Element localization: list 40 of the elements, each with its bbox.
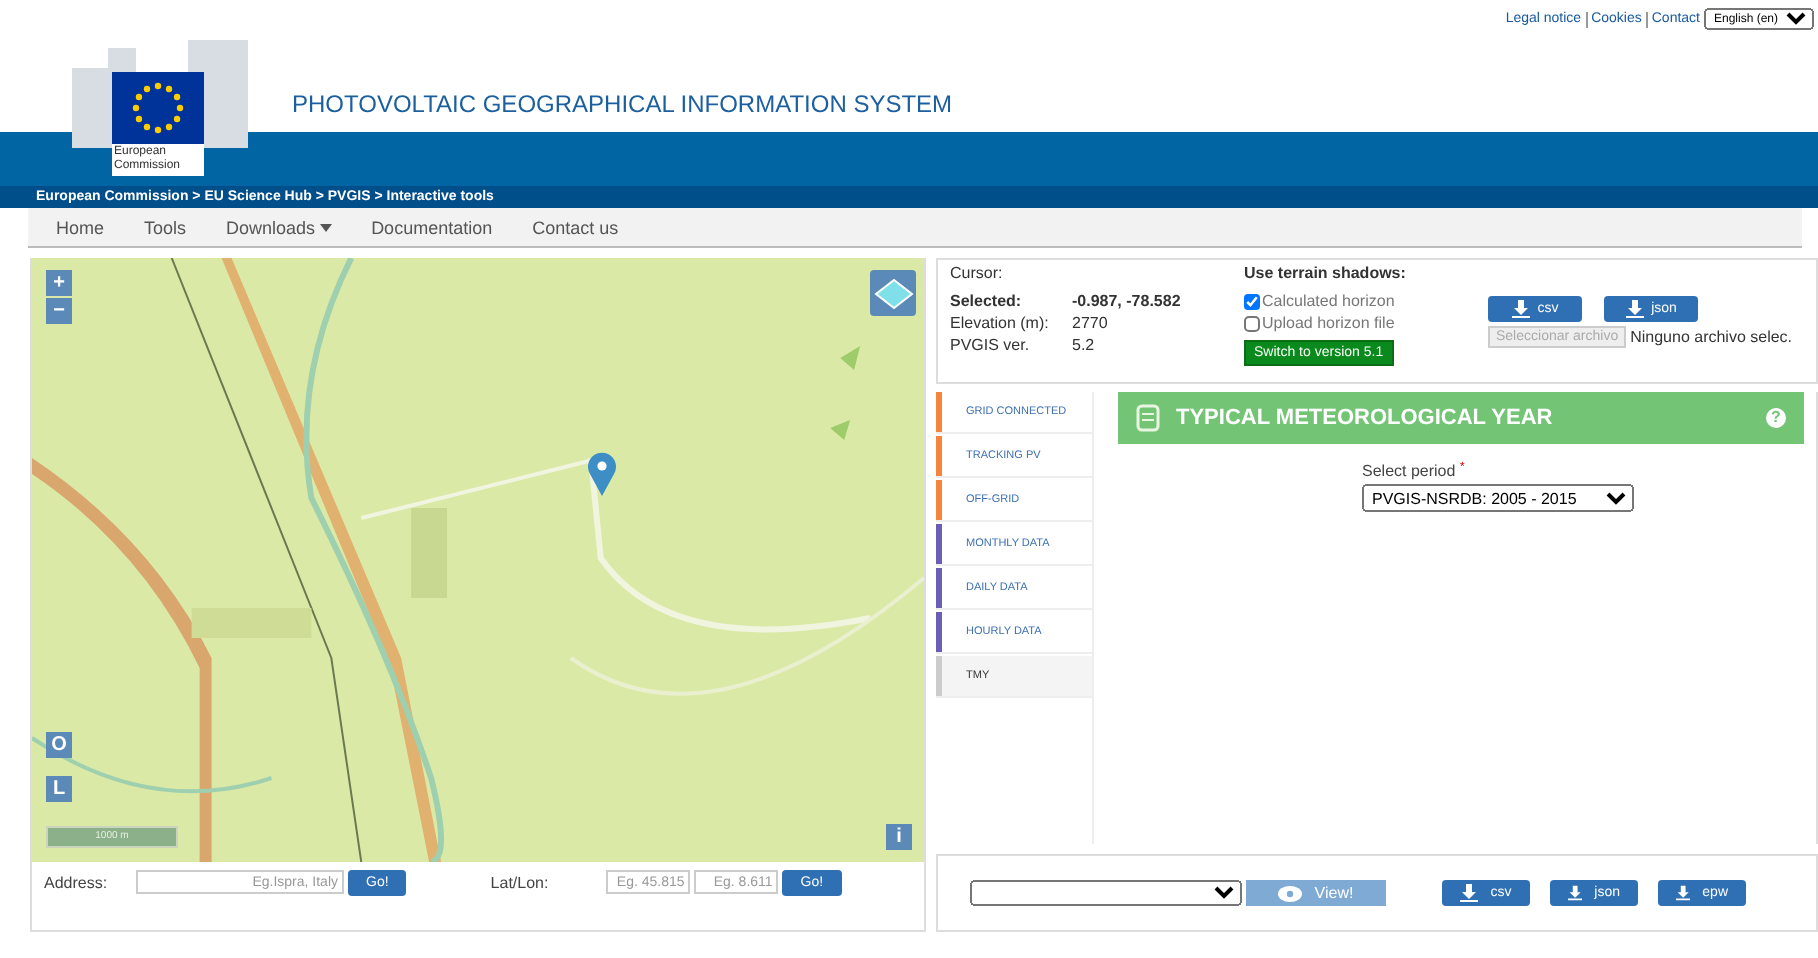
info-value: 5.2 [1072,336,1095,354]
nav-link[interactable]: Tools [144,217,187,237]
horizon-checkbox[interactable] [1244,293,1260,309]
document-icon [1136,404,1160,432]
layers-button[interactable] [870,270,916,316]
info-label: PVGIS ver. [950,336,1032,354]
download-icon [1511,300,1530,318]
section-title: TYPICAL METEOROLOGICAL YEAR [1176,406,1555,430]
nav-link[interactable]: Home [56,217,105,237]
nav-link[interactable]: Contact us [532,217,619,237]
nav-link[interactable]: Downloads [226,217,332,237]
download-icon [1568,884,1583,902]
site-title: PHOTOVOLTAIC GEOGRAPHICAL INFORMATION SYSTEM [292,90,953,118]
info-value: -0.987, -78.582 [1072,292,1181,310]
cursor-label: Cursor: [950,264,1005,282]
caret-icon [319,224,332,233]
zoom-out-button[interactable]: − [46,298,72,324]
period-label: Select period [1362,462,1456,480]
latlon-label: Lat/Lon: [490,873,551,891]
period-select[interactable]: PVGIS-NSRDB: 2005 - 2015 [1362,484,1634,512]
info-label: Selected: [950,292,1024,310]
eye-icon [1278,885,1303,901]
download-icon [1625,300,1644,318]
o-button[interactable]: O [46,732,72,758]
download-icon [1676,884,1691,902]
map-pin-icon [588,452,616,496]
info-value: 2770 [1072,314,1108,332]
nav-link[interactable]: Documentation [371,217,493,237]
info-label: Elevation (m): [950,314,1051,332]
file-status: Ninguno archivo selec. [1630,328,1793,346]
zoom-in-button[interactable]: + [46,270,72,296]
download-icon [1460,884,1479,902]
checkbox-label: Upload horizon file [1262,314,1395,332]
shadows-title: Use terrain shadows: [1244,264,1408,282]
output-select[interactable] [970,880,1242,906]
horizon-checkbox[interactable] [1244,315,1260,331]
info-button[interactable]: i [886,824,912,850]
l-button[interactable]: L [46,776,72,802]
address-label: Address: [44,873,110,891]
checkbox-label: Calculated horizon [1262,292,1395,310]
